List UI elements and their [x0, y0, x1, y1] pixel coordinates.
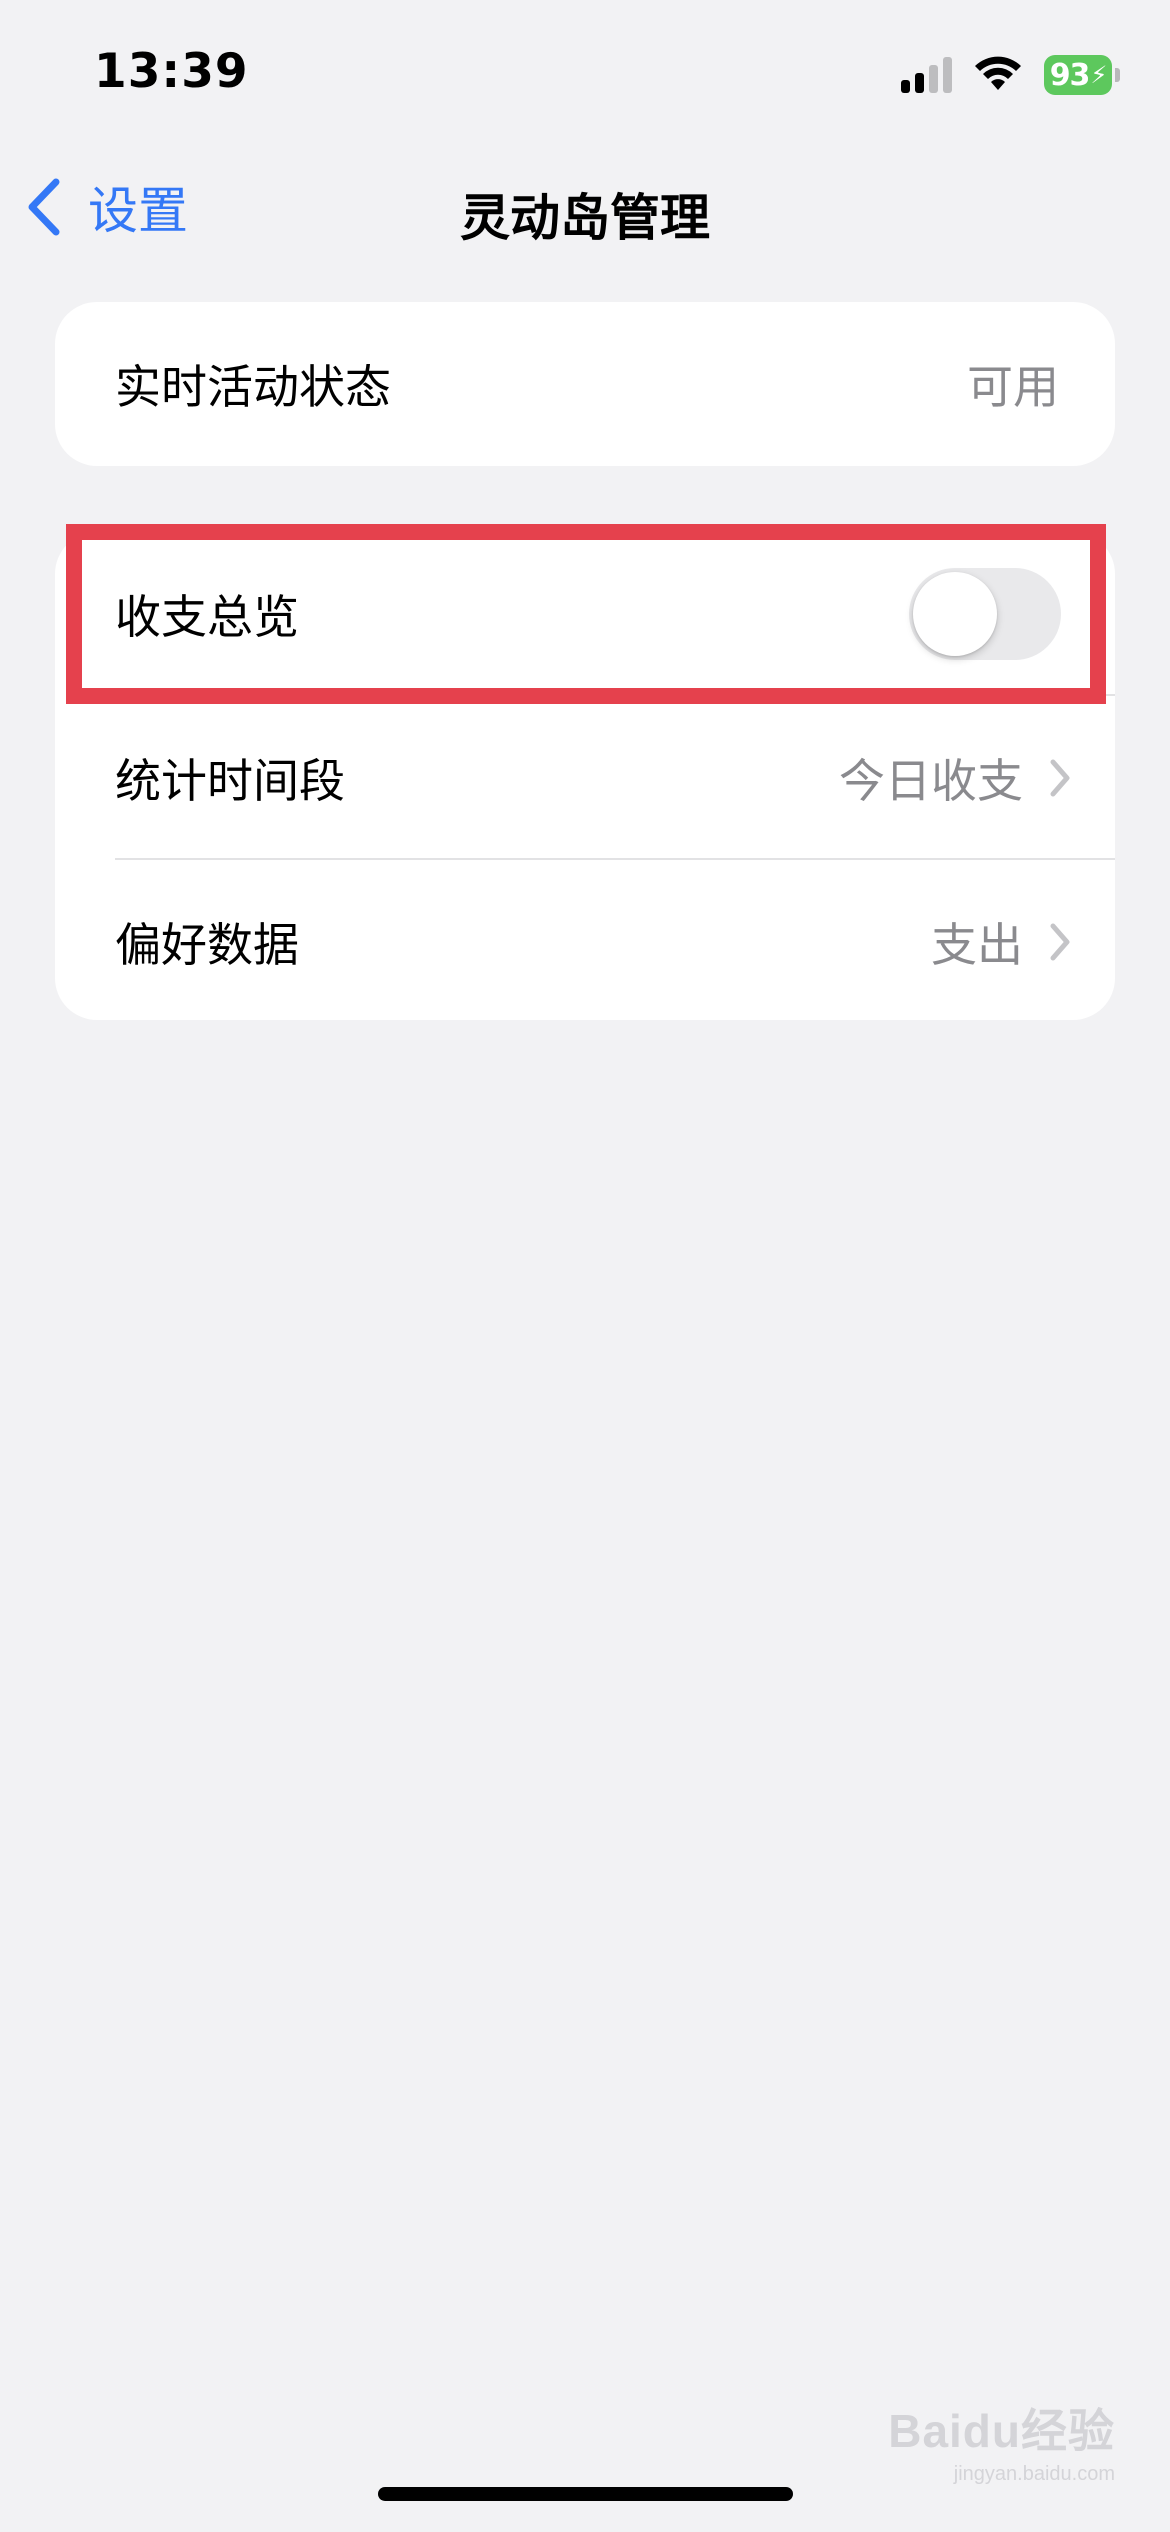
toggle-knob — [913, 572, 997, 656]
chevron-right-icon — [1050, 923, 1070, 961]
preference-value: 支出 — [931, 918, 1023, 972]
period-row[interactable]: 统计时间段 今日收支 — [55, 696, 1115, 860]
live-activity-row[interactable]: 实时活动状态 可用 — [55, 302, 1115, 466]
chevron-right-icon — [1050, 759, 1070, 797]
home-indicator[interactable] — [378, 2487, 793, 2501]
period-value: 今日收支 — [839, 754, 1023, 808]
watermark-brand: Baidu经验 — [888, 2405, 1115, 2457]
overview-toggle[interactable] — [909, 568, 1061, 660]
settings-group-dynamic-island: 收支总览 统计时间段 今日收支 偏好数据 支出 — [55, 532, 1115, 1020]
settings-group-live-activity: 实时活动状态 可用 — [55, 302, 1115, 466]
preference-row[interactable]: 偏好数据 支出 — [55, 860, 1115, 1020]
navigation-bar: 设置 灵动岛管理 — [0, 150, 1170, 265]
overview-label: 收支总览 — [115, 590, 299, 644]
status-time: 13:39 — [94, 44, 249, 99]
live-activity-label: 实时活动状态 — [115, 360, 391, 414]
battery-level: 93 — [1049, 57, 1091, 93]
charging-bolt-icon: ⚡ — [1090, 61, 1107, 89]
status-icons: 93 ⚡ — [901, 52, 1120, 98]
preference-label: 偏好数据 — [115, 918, 299, 972]
page-title: 灵动岛管理 — [460, 189, 710, 247]
live-activity-value: 可用 — [967, 360, 1059, 414]
status-bar: 13:39 93 ⚡ — [0, 0, 1170, 150]
baidu-watermark: Baidu经验 jingyan.baidu.com — [888, 2395, 1115, 2486]
watermark-url: jingyan.baidu.com — [953, 2463, 1115, 2485]
battery-icon: 93 ⚡ — [1044, 55, 1120, 95]
period-label: 统计时间段 — [115, 754, 345, 808]
overview-row: 收支总览 — [55, 532, 1115, 696]
cellular-signal-icon — [901, 57, 952, 93]
wifi-icon — [975, 56, 1021, 90]
